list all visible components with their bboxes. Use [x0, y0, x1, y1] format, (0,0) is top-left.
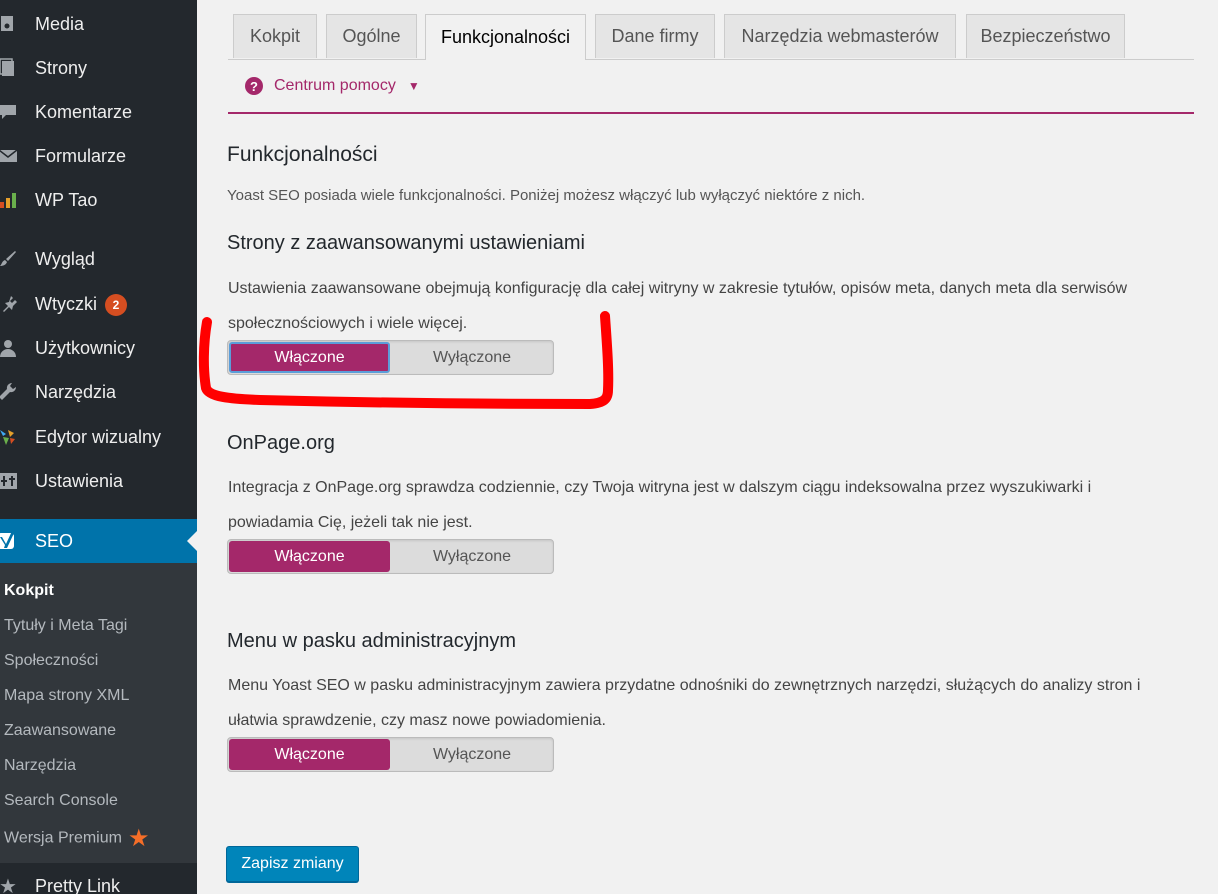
submenu-item-search-console[interactable]: Search Console — [4, 792, 118, 810]
sidebar-item-pages[interactable]: Strony — [0, 46, 197, 90]
feature-toggle-onpage[interactable]: Włączone Wyłączone — [227, 539, 554, 574]
media-icon — [0, 12, 20, 36]
toggle-off-option[interactable]: Wyłączone — [391, 541, 553, 572]
submenu-item-advanced[interactable]: Zaawansowane — [4, 722, 116, 740]
sidebar-item-settings[interactable]: Ustawienia — [0, 459, 197, 503]
comments-icon — [0, 100, 20, 124]
page-intro: Yoast SEO posiada wiele funkcjonalności.… — [227, 187, 866, 204]
brush-icon — [0, 247, 20, 271]
sidebar-item-users[interactable]: Użytkownicy — [0, 326, 197, 370]
tab-bezpieczenstwo[interactable]: Bezpieczeństwo — [966, 14, 1125, 58]
sidebar-item-pretty-link[interactable]: ★ Pretty Link — [0, 864, 197, 894]
sidebar-item-label: Media — [35, 14, 85, 34]
sidebar-item-label: Formularze — [35, 146, 127, 166]
sidebar-item-label: Komentarze — [35, 102, 133, 122]
save-changes-button[interactable]: Zapisz zmiany — [226, 846, 359, 882]
tab-funkcjonalnosci[interactable]: Funkcjonalności — [425, 14, 586, 60]
feature-title: Menu w pasku administracyjnym — [227, 630, 516, 652]
sidebar-item-seo[interactable]: SEO — [0, 519, 197, 563]
sidebar-item-label: Narzędzia — [35, 382, 117, 402]
feature-description: Ustawienia zaawansowane obejmują konfigu… — [228, 280, 1128, 332]
toggle-off-option[interactable]: Wyłączone — [391, 342, 553, 373]
toggle-off-option[interactable]: Wyłączone — [391, 739, 553, 770]
feature-description: Menu Yoast SEO w pasku administracyjnym … — [228, 677, 1141, 729]
page-title: Funkcjonalności — [227, 143, 378, 166]
user-icon — [0, 336, 20, 360]
update-count-badge: 2 — [105, 294, 127, 317]
help-center-label: Centrum pomocy — [274, 77, 396, 94]
feature-title: OnPage.org — [227, 432, 335, 454]
tab-dane-firmy[interactable]: Dane firmy — [595, 14, 715, 58]
seo-submenu: Kokpit Tytuły i Meta Tagi Społeczności M… — [0, 563, 197, 863]
submenu-item-label: Wersja Premium — [4, 829, 122, 847]
submenu-item-social[interactable]: Społeczności — [4, 652, 98, 670]
plugin-icon — [0, 292, 20, 316]
sidebar-item-label: Wygląd — [35, 249, 95, 269]
toggle-on-option[interactable]: Włączone — [229, 342, 390, 373]
star-icon: ★ — [127, 825, 150, 852]
submenu-item-titles-meta[interactable]: Tytuły i Meta Tagi — [4, 617, 127, 635]
help-divider — [228, 112, 1194, 114]
submenu-item-xml-sitemap[interactable]: Mapa strony XML — [4, 687, 129, 705]
sidebar-item-label: SEO — [35, 531, 74, 551]
toggle-on-option[interactable]: Włączone — [229, 739, 390, 770]
admin-sidebar: Media Strony Komentarze Formularze WP Ta… — [0, 0, 197, 894]
sidebar-item-wp-tao[interactable]: WP Tao — [0, 178, 197, 222]
pages-icon — [0, 56, 20, 80]
visual-editor-icon — [0, 425, 20, 449]
sidebar-item-label: Edytor wizualny — [35, 427, 162, 447]
sidebar-item-label: Wtyczki — [35, 294, 97, 314]
sidebar-item-forms[interactable]: Formularze — [0, 134, 197, 178]
feature-toggle-admin-bar-menu[interactable]: Włączone Wyłączone — [227, 737, 554, 772]
feature-description: Integracja z OnPage.org sprawdza codzien… — [228, 479, 1092, 531]
wrench-icon — [0, 380, 20, 404]
caret-down-icon: ▼ — [407, 79, 420, 93]
feature-title: Strony z zaawansowanymi ustawieniami — [227, 232, 585, 254]
bar-chart-icon — [0, 188, 20, 212]
settings-icon — [0, 469, 20, 493]
sidebar-item-tools[interactable]: Narzędzia — [0, 370, 197, 414]
sidebar-item-comments[interactable]: Komentarze — [0, 90, 197, 134]
star-icon: ★ — [0, 875, 17, 894]
tab-ogolne[interactable]: Ogólne — [326, 14, 417, 58]
feature-toggle-advanced-settings[interactable]: Włączone Wyłączone — [227, 340, 554, 375]
sidebar-item-label: Pretty Link — [35, 876, 121, 894]
sidebar-item-appearance[interactable]: Wygląd — [0, 237, 197, 281]
current-menu-arrow — [187, 531, 197, 551]
sidebar-item-label: WP Tao — [35, 190, 98, 210]
mail-icon — [0, 144, 20, 168]
submenu-item-kokpit[interactable]: Kokpit — [4, 582, 54, 600]
toggle-on-option[interactable]: Włączone — [229, 541, 390, 572]
tab-narzedzia-webmasterow[interactable]: Narzędzia webmasterów — [724, 14, 956, 58]
sidebar-item-visual-editor[interactable]: Edytor wizualny — [0, 415, 197, 459]
sidebar-item-label: Strony — [35, 58, 88, 78]
yoast-icon — [0, 529, 20, 553]
help-center-toggle[interactable]: ? Centrum pomocy ▼ — [245, 77, 420, 95]
sidebar-item-media[interactable]: Media — [0, 2, 197, 46]
submenu-item-premium[interactable]: Wersja Premium ★ — [4, 824, 149, 853]
tabs-divider — [228, 59, 1194, 60]
help-icon: ? — [245, 77, 263, 95]
submenu-item-tools[interactable]: Narzędzia — [4, 757, 76, 775]
tab-kokpit[interactable]: Kokpit — [233, 14, 317, 58]
sidebar-item-label: Użytkownicy — [35, 338, 136, 358]
sidebar-item-label: Ustawienia — [35, 471, 124, 491]
sidebar-item-plugins[interactable]: Wtyczki 2 — [0, 282, 197, 326]
